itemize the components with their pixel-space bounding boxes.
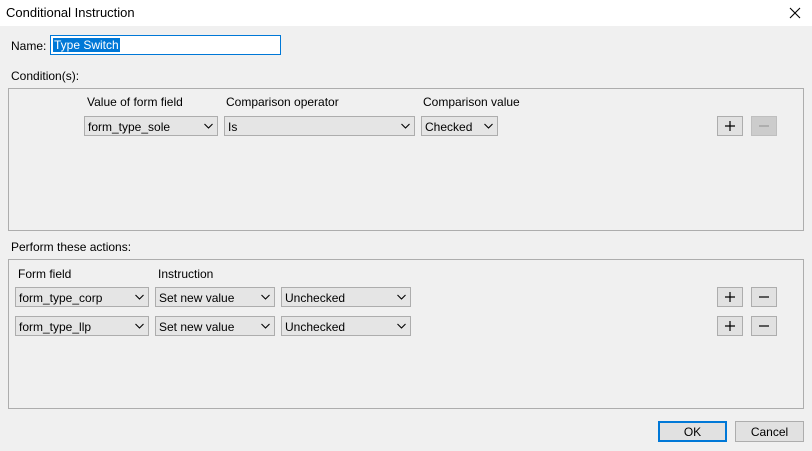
window-title: Conditional Instruction [6, 5, 135, 20]
action-field-select[interactable]: form_type_corp [15, 287, 149, 307]
minus-icon [759, 296, 769, 298]
chevron-down-icon [135, 294, 144, 300]
cancel-button[interactable]: Cancel [735, 421, 804, 442]
name-input[interactable]: Type Switch [50, 35, 281, 55]
header-value-of-form-field: Value of form field [87, 95, 183, 109]
conditions-group [8, 88, 804, 231]
header-instruction: Instruction [158, 267, 214, 281]
header-form-field: Form field [18, 267, 72, 281]
remove-condition-button[interactable] [751, 116, 777, 136]
action-field-value: form_type_corp [19, 291, 103, 305]
action-value-select[interactable]: Unchecked [281, 316, 411, 336]
condition-value-select[interactable]: Checked [421, 116, 498, 136]
add-action-button[interactable] [717, 316, 743, 336]
add-condition-button[interactable] [717, 116, 743, 136]
chevron-down-icon [484, 123, 493, 129]
condition-operator-select[interactable]: Is [224, 116, 415, 136]
header-comparison-operator: Comparison operator [226, 95, 339, 109]
chevron-down-icon [397, 294, 406, 300]
condition-field-select[interactable]: form_type_sole [84, 116, 218, 136]
chevron-down-icon [204, 123, 213, 129]
action-field-select[interactable]: form_type_llp [15, 316, 149, 336]
chevron-down-icon [261, 294, 270, 300]
remove-action-button[interactable] [751, 287, 777, 307]
name-input-value: Type Switch [53, 38, 120, 52]
conditions-label: Condition(s): [11, 69, 80, 83]
action-instruction-value: Set new value [159, 320, 235, 334]
action-instruction-select[interactable]: Set new value [155, 287, 275, 307]
chevron-down-icon [135, 323, 144, 329]
add-action-button[interactable] [717, 287, 743, 307]
header-comparison-value: Comparison value [423, 95, 520, 109]
ok-button[interactable]: OK [658, 421, 727, 442]
minus-icon [759, 325, 769, 327]
condition-value-value: Checked [425, 120, 473, 134]
remove-action-button[interactable] [751, 316, 777, 336]
action-value-value: Unchecked [285, 320, 346, 334]
minus-icon [759, 125, 769, 127]
chevron-down-icon [397, 323, 406, 329]
name-label: Name: [11, 39, 47, 53]
action-field-value: form_type_llp [19, 320, 92, 334]
chevron-down-icon [401, 123, 410, 129]
close-button[interactable] [778, 0, 812, 26]
plus-icon [725, 121, 735, 131]
action-instruction-select[interactable]: Set new value [155, 316, 275, 336]
close-icon [789, 7, 801, 19]
action-value-select[interactable]: Unchecked [281, 287, 411, 307]
actions-label: Perform these actions: [11, 240, 132, 254]
condition-operator-value: Is [228, 120, 238, 134]
action-value-value: Unchecked [285, 291, 346, 305]
plus-icon [725, 321, 735, 331]
plus-icon [725, 292, 735, 302]
action-instruction-value: Set new value [159, 291, 235, 305]
condition-field-value: form_type_sole [88, 120, 171, 134]
chevron-down-icon [261, 323, 270, 329]
